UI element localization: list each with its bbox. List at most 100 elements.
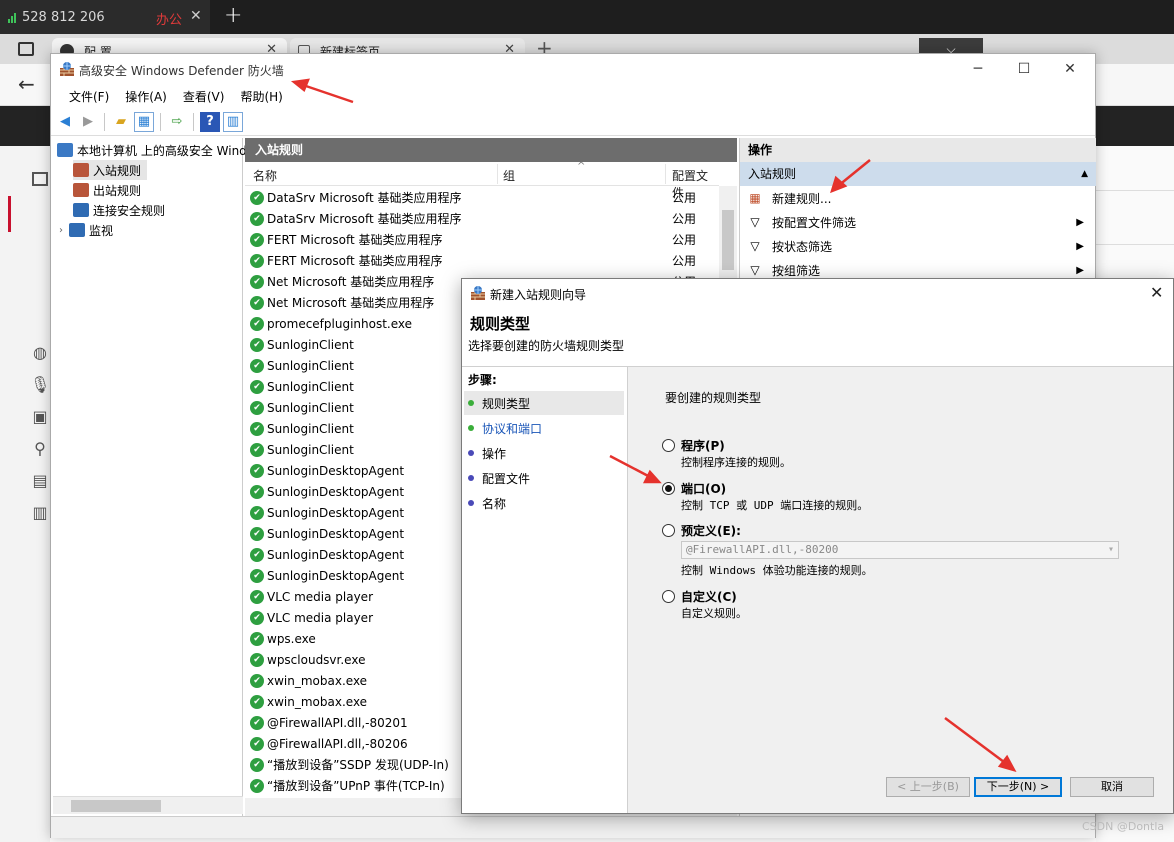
column-name[interactable]: 名称 [253,167,277,184]
action-label: 按配置文件筛选 [772,215,857,230]
close-icon[interactable]: ✕ [190,8,202,24]
predefined-select[interactable]: @FirewallAPI.dll,-80200 ▾ [681,541,1119,559]
enabled-check-icon: ✔ [250,400,264,415]
option-port[interactable]: 端口(O) [662,480,726,497]
step-action: 操作 [464,441,624,465]
page-sidebar [0,146,50,842]
table-row[interactable]: ✔ DataSrv Microsoft 基础类应用程序 公用 [245,187,719,208]
sidebar-active-indicator [8,196,11,232]
table-row[interactable]: ✔ DataSrv Microsoft 基础类应用程序 公用 [245,208,719,229]
action-filter-state[interactable]: ▽ 按状态筛选 ▶ [746,234,1092,258]
tab-actions-icon[interactable] [18,42,34,56]
rule-name: SunloginClient [267,442,354,457]
radio-program[interactable] [662,439,675,452]
enabled-check-icon: ✔ [250,295,264,310]
action-new-rule[interactable]: ▦ 新建规则... [746,186,1092,210]
mmc-toolbar: ◀ ▶ ▰ ▦ ⇨ ? ▥ [51,108,1095,136]
rule-name: SunloginDesktopAgent [267,547,405,562]
export-list-icon[interactable]: ⇨ [167,112,187,132]
tree-item-inbound[interactable]: 入站规则 [73,160,148,180]
step-label: 名称 [482,496,507,511]
menu-action[interactable]: 操作(A) [117,88,175,105]
show-console-tree-icon[interactable]: ▦ [134,111,154,132]
collapse-up-icon[interactable]: ▲ [1081,162,1088,186]
enabled-check-icon: ✔ [250,631,264,646]
option-program[interactable]: 程序(P) [662,437,725,454]
rule-profile: 公用 [672,191,697,205]
wizard-content: 要创建的规则类型 程序(P) 控制程序连接的规则。 端口(O) 控制 TCP 或… [630,367,1173,813]
rule-name: Net Microsoft 基础类应用程序 [267,275,435,289]
option-custom[interactable]: 自定义(C) [662,588,737,605]
save-icon[interactable]: ▥ [30,503,50,523]
maximize-icon[interactable]: ☐ [1001,58,1047,80]
table-row[interactable]: ✔ FERT Microsoft 基础类应用程序 公用 [245,250,719,271]
tree-item-outbound[interactable]: 出站规则 [73,180,141,200]
option-predefined[interactable]: 预定义(E): [662,522,741,539]
step-protocol-port[interactable]: 协议和端口 [464,416,624,440]
wizard-steps-panel: 步骤: 规则类型 协议和端口 操作 配置文件 名称 [462,367,628,813]
status-bar [51,816,1095,838]
column-group[interactable]: 组 [503,167,515,184]
rule-name: VLC media player [267,610,374,625]
scrollbar-thumb[interactable] [722,210,734,270]
show-action-pane-icon[interactable]: ▥ [223,111,243,132]
back-button[interactable]: < 上一步(B) [886,777,970,797]
filter-icon: ▽ [750,215,760,229]
step-label: 规则类型 [482,396,531,411]
option-label: 预定义(E): [681,524,741,538]
list-pane-title: 入站规则 [245,138,737,162]
rule-name: promecefpluginhost.exe [267,316,413,331]
step-label: 操作 [482,446,507,461]
tab-group-label[interactable]: 办公 [156,9,182,28]
tree-item-label: 监视 [89,223,114,238]
calendar-icon[interactable]: ▤ [30,471,50,491]
browser-tab-meeting[interactable]: 528 812 206 办公 ✕ [0,0,210,34]
radio-predefined[interactable] [662,524,675,537]
microphone-icon[interactable]: 🎙 [30,375,50,395]
tree-horizontal-scrollbar[interactable] [53,796,243,814]
window-icon[interactable] [32,172,48,186]
image-icon[interactable]: ▣ [30,407,50,427]
new-tab-plus-icon[interactable]: + [224,3,242,28]
scrollbar-thumb[interactable] [71,800,161,812]
radio-port[interactable] [662,482,675,495]
action-filter-profile[interactable]: ▽ 按配置文件筛选 ▶ [746,210,1092,234]
chevron-right-icon[interactable]: › [59,225,63,236]
next-button[interactable]: 下一步(N) > [974,777,1062,797]
folder-up-icon[interactable]: ▰ [111,112,131,132]
back-arrow-icon[interactable]: ← [18,72,35,96]
back-arrow-icon[interactable]: ◀ [55,112,75,132]
menu-help[interactable]: 帮助(H) [232,88,290,105]
tree-item-monitoring[interactable]: › 监视 [59,220,113,240]
enabled-check-icon: ✔ [250,316,264,331]
enabled-check-icon: ✔ [250,232,264,247]
tree-item-connection-security[interactable]: 连接安全规则 [73,200,165,220]
menu-file[interactable]: 文件(F) [61,88,117,105]
step-rule-type[interactable]: 规则类型 [464,391,624,415]
tree-root-label: 本地计算机 上的高级安全 Wind [77,143,247,158]
divider [1096,244,1174,245]
toolbar-separator [160,112,161,131]
close-icon[interactable]: ✕ [1047,58,1093,80]
column-divider[interactable] [497,164,498,184]
forward-arrow-icon[interactable]: ▶ [78,112,98,132]
minimize-icon[interactable]: ─ [955,58,1001,80]
help-icon[interactable]: ? [200,111,220,132]
tree-root[interactable]: 本地计算机 上的高级安全 Wind [57,140,247,160]
actions-section-inbound[interactable]: 入站规则 ▲ [740,162,1096,186]
rule-name: @FirewallAPI.dll,-80201 [267,715,408,730]
step-profile: 配置文件 [464,466,624,490]
menu-view[interactable]: 查看(V) [175,88,233,105]
globe-icon[interactable]: ◍ [30,343,50,363]
column-divider[interactable] [665,164,666,184]
radio-custom[interactable] [662,590,675,603]
step-pending-icon [468,500,474,506]
rule-profile: 公用 [672,233,697,247]
table-row[interactable]: ✔ FERT Microsoft 基础类应用程序 公用 [245,229,719,250]
close-icon[interactable]: ✕ [1150,283,1163,302]
enabled-check-icon: ✔ [250,589,264,604]
rule-name: xwin_mobax.exe [267,673,368,688]
cancel-button[interactable]: 取消 [1070,777,1154,797]
person-icon[interactable]: ⚲ [30,439,50,459]
rule-name: SunloginClient [267,421,354,436]
